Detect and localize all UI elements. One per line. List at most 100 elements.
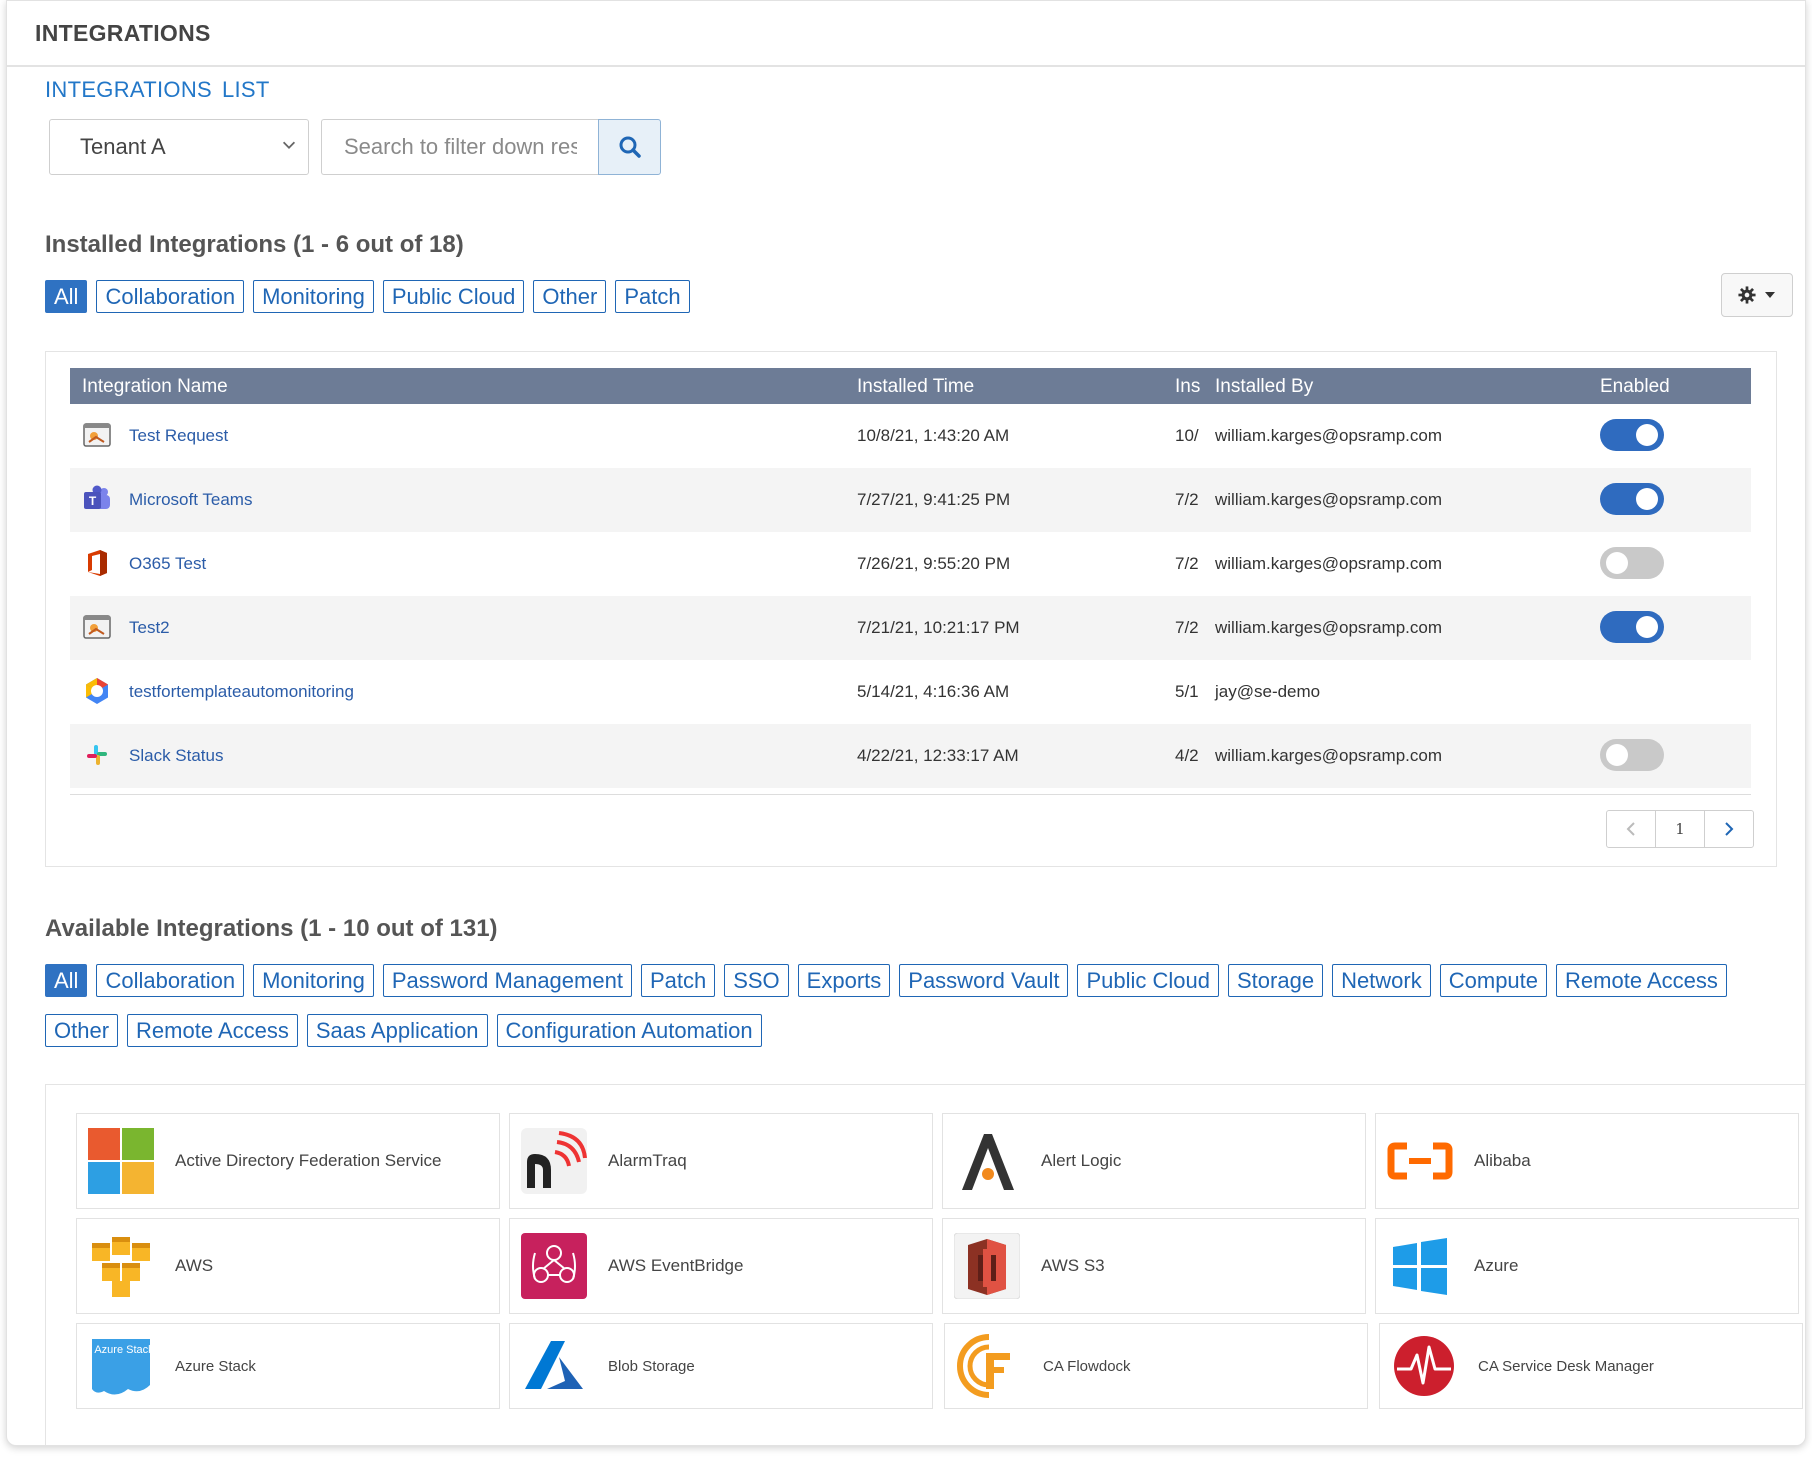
tenant-select-value: Tenant A [80, 134, 166, 159]
installed-time: 7/21/21, 10:21:17 PM [857, 618, 1020, 637]
enabled-toggle[interactable] [1600, 419, 1664, 451]
integration-name-link[interactable]: testfortemplateautomonitoring [129, 682, 354, 702]
azure-stack-icon: Azure Stack [87, 1332, 155, 1400]
integration-card-label: CA Flowdock [1043, 1357, 1131, 1375]
installed-filter-bar: All Collaboration Monitoring Public Clou… [45, 280, 699, 313]
table-row: Test2 7/21/21, 10:21:17 PM 7/2 william.k… [70, 596, 1751, 660]
col-integration-name[interactable]: Integration Name [82, 376, 228, 398]
available-filter-configuration-automation[interactable]: Configuration Automation [496, 1014, 762, 1047]
col-ins[interactable]: Ins [1175, 376, 1200, 398]
installed-filter-all[interactable]: All [45, 280, 88, 313]
integration-name-link[interactable]: Test Request [129, 426, 228, 446]
installed-time: 4/22/21, 12:33:17 AM [857, 746, 1019, 765]
available-filter-other[interactable]: Other [45, 1014, 119, 1047]
table-row: Test Request 10/8/21, 1:43:20 AM 10/ wil… [70, 404, 1751, 468]
caret-down-icon [1765, 292, 1775, 298]
installed-by: william.karges@opsramp.com [1215, 490, 1442, 509]
tenant-select[interactable]: Tenant A [49, 119, 309, 175]
available-filter-compute[interactable]: Compute [1439, 964, 1548, 997]
integration-card-label: AlarmTraq [608, 1151, 687, 1170]
pager-prev-button[interactable] [1607, 811, 1655, 847]
integration-card[interactable]: Azure Stack Azure Stack [76, 1323, 500, 1409]
svg-text:T: T [89, 494, 97, 508]
available-filter-exports[interactable]: Exports [797, 964, 891, 997]
integration-card[interactable]: Active Directory Federation Service [76, 1113, 500, 1209]
integration-card[interactable]: AWS EventBridge [509, 1218, 933, 1314]
table-row: Slack Status 4/22/21, 12:33:17 AM 4/2 wi… [70, 724, 1751, 788]
alert-logic-icon [953, 1127, 1021, 1195]
available-integrations-title: Available Integrations (1 - 10 out of 13… [45, 915, 498, 942]
installed-integrations-table: Integration Name Installed Time Ins Inst… [45, 351, 1777, 867]
integration-card[interactable]: AWS [76, 1218, 500, 1314]
integration-card[interactable]: CA Flowdock [944, 1323, 1368, 1409]
installed-integrations-title: Installed Integrations (1 - 6 out of 18) [45, 231, 464, 258]
gear-icon [1738, 286, 1756, 304]
installed-filter-monitoring[interactable]: Monitoring [253, 280, 374, 313]
available-filter-remote-access-2[interactable]: Remote Access [127, 1014, 298, 1047]
installed-filter-other[interactable]: Other [533, 280, 607, 313]
chevron-right-icon [1725, 822, 1734, 836]
available-filter-network[interactable]: Network [1332, 964, 1431, 997]
integration-name-link[interactable]: O365 Test [129, 554, 206, 574]
integration-card[interactable]: Alert Logic [942, 1113, 1366, 1209]
available-filter-bar-row2: Other Remote Access Saas Application Con… [45, 1014, 771, 1047]
integration-card[interactable]: CA Service Desk Manager [1379, 1323, 1803, 1409]
breadcrumb-list[interactable]: LIST [222, 77, 270, 102]
available-filter-public-cloud[interactable]: Public Cloud [1077, 964, 1219, 997]
azure-stack-logo-text: Azure Stack [94, 1344, 154, 1356]
installed-time: 7/27/21, 9:41:25 PM [857, 490, 1011, 509]
enabled-toggle[interactable] [1600, 611, 1664, 643]
available-filter-all[interactable]: All [45, 964, 88, 997]
breadcrumb: INTEGRATIONS LIST [45, 77, 280, 103]
available-filter-monitoring[interactable]: Monitoring [253, 964, 374, 997]
ins-value: 4/2 [1175, 746, 1199, 765]
installed-filter-public-cloud[interactable]: Public Cloud [382, 280, 525, 313]
integration-card[interactable]: AWS S3 [942, 1218, 1366, 1314]
alarmtraq-icon [520, 1127, 588, 1195]
available-integrations-grid: Active Directory Federation Service Alar… [45, 1084, 1805, 1445]
integration-card[interactable]: Azure [1375, 1218, 1799, 1314]
toggle-knob [1636, 616, 1658, 638]
table-row: O365 Test 7/26/21, 9:55:20 PM 7/2 willia… [70, 532, 1751, 596]
installed-by: william.karges@opsramp.com [1215, 426, 1442, 445]
enabled-toggle[interactable] [1600, 547, 1664, 579]
integration-card[interactable]: Alibaba [1375, 1113, 1799, 1209]
toggle-knob [1636, 488, 1658, 510]
available-filter-remote-access[interactable]: Remote Access [1556, 964, 1727, 997]
available-filter-storage[interactable]: Storage [1228, 964, 1324, 997]
col-enabled[interactable]: Enabled [1600, 376, 1670, 398]
enabled-toggle[interactable] [1600, 483, 1664, 515]
windows-tiles-icon [87, 1127, 155, 1195]
available-filter-saas-application[interactable]: Saas Application [306, 1014, 488, 1047]
enabled-toggle[interactable] [1600, 739, 1664, 771]
installed-by: jay@se-demo [1215, 682, 1321, 701]
col-installed-by[interactable]: Installed By [1215, 376, 1313, 398]
settings-dropdown-button[interactable] [1721, 273, 1793, 317]
azure-windows-icon [1386, 1232, 1454, 1300]
integration-card[interactable]: AlarmTraq [509, 1113, 933, 1209]
s3-bucket-icon [953, 1232, 1021, 1300]
available-filter-collaboration[interactable]: Collaboration [96, 964, 245, 997]
integration-name-link[interactable]: Microsoft Teams [129, 490, 252, 510]
integrations-page: INTEGRATIONS INTEGRATIONS LIST Tenant A I… [6, 0, 1806, 1446]
pager-page-1[interactable]: 1 [1655, 811, 1704, 847]
azure-a-icon [520, 1332, 588, 1400]
search-button[interactable] [598, 119, 661, 175]
pagination: 1 [1606, 810, 1754, 848]
page-title: INTEGRATIONS [7, 1, 1805, 67]
integration-name-link[interactable]: Test2 [129, 618, 170, 638]
aws-cubes-icon [87, 1232, 155, 1300]
ins-value: 7/2 [1175, 618, 1199, 637]
integration-card[interactable]: Blob Storage [509, 1323, 933, 1409]
breadcrumb-integrations[interactable]: INTEGRATIONS [45, 77, 212, 102]
pager-next-button[interactable] [1704, 811, 1753, 847]
search-input[interactable] [321, 119, 599, 175]
installed-filter-collaboration[interactable]: Collaboration [96, 280, 245, 313]
available-filter-patch[interactable]: Patch [640, 964, 716, 997]
available-filter-password-vault[interactable]: Password Vault [899, 964, 1069, 997]
installed-filter-patch[interactable]: Patch [615, 280, 690, 313]
integration-name-link[interactable]: Slack Status [129, 746, 224, 766]
available-filter-password-management[interactable]: Password Management [382, 964, 632, 997]
col-installed-time[interactable]: Installed Time [857, 376, 974, 398]
available-filter-sso[interactable]: SSO [724, 964, 789, 997]
